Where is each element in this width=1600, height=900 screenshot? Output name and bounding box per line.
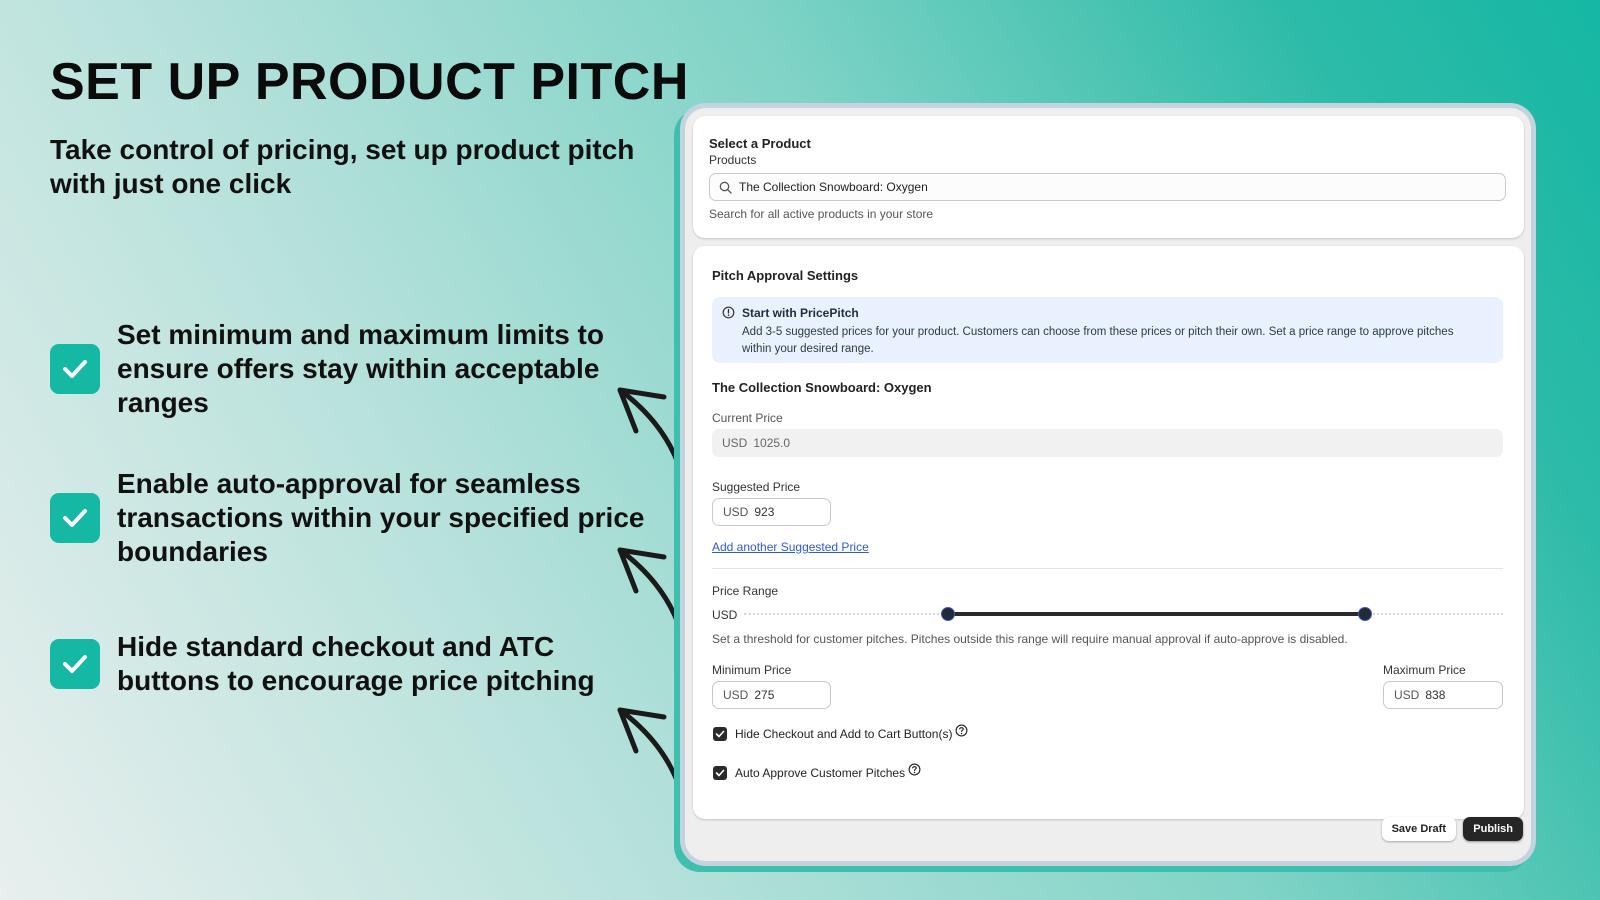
product-name-heading: The Collection Snowboard: Oxygen xyxy=(712,380,932,395)
auto-approve-checkbox[interactable] xyxy=(713,766,727,780)
check-icon xyxy=(50,493,100,543)
hide-checkout-label: Hide Checkout and Add to Cart Button(s) xyxy=(735,727,953,741)
current-price-field: USD 1025.0 xyxy=(712,429,1503,457)
question-circle-icon[interactable] xyxy=(955,724,968,737)
app-window: Select a Product Products The Collection… xyxy=(680,103,1536,866)
current-price-label: Current Price xyxy=(712,411,783,425)
product-search-input[interactable]: The Collection Snowboard: Oxygen xyxy=(709,173,1506,201)
suggested-price-label: Suggested Price xyxy=(712,480,801,494)
select-product-card: Select a Product Products The Collection… xyxy=(693,116,1524,238)
currency-prefix: USD xyxy=(1394,688,1420,702)
slider-thumb-min[interactable] xyxy=(940,607,955,621)
product-search-value: The Collection Snowboard: Oxygen xyxy=(739,180,928,194)
feature-text: Set minimum and maximum limits to ensure… xyxy=(117,319,604,418)
minimum-price-label: Minimum Price xyxy=(712,663,792,677)
info-banner: Start with PricePitch Add 3-5 suggested … xyxy=(712,297,1503,363)
hide-checkout-checkbox[interactable] xyxy=(713,727,727,741)
feature-text: Hide standard checkout and ATC buttons t… xyxy=(117,631,595,696)
pitch-settings-title: Pitch Approval Settings xyxy=(712,268,859,283)
divider xyxy=(712,568,1503,569)
suggested-price-input[interactable]: USD 923 xyxy=(712,498,831,526)
search-icon xyxy=(719,181,732,194)
feature-text: Enable auto-approval for seamless transa… xyxy=(117,468,645,567)
publish-button[interactable]: Publish xyxy=(1463,817,1523,841)
price-range-currency: USD xyxy=(712,608,738,622)
banner-body: Add 3-5 suggested prices for your produc… xyxy=(742,326,1454,355)
price-range-label: Price Range xyxy=(712,584,779,598)
auto-approve-label: Auto Approve Customer Pitches xyxy=(735,766,906,780)
maximum-price-value: 838 xyxy=(1425,688,1446,702)
current-price-value: 1025.0 xyxy=(753,436,791,450)
check-icon xyxy=(50,344,100,394)
products-label: Products xyxy=(709,153,757,167)
arrow-icon xyxy=(617,707,681,785)
feature-item: Hide standard checkout and ATC buttons t… xyxy=(50,630,657,698)
price-range-help: Set a threshold for customer pitches. Pi… xyxy=(712,632,1348,646)
hide-checkout-checkbox-row[interactable]: Hide Checkout and Add to Cart Button(s) xyxy=(713,724,968,741)
add-suggested-price-link[interactable]: Add another Suggested Price xyxy=(712,540,869,554)
currency-prefix: USD xyxy=(723,505,749,519)
check-icon xyxy=(50,639,100,689)
arrow-icon xyxy=(617,387,681,465)
info-icon xyxy=(722,306,735,319)
maximum-price-label: Maximum Price xyxy=(1383,663,1466,677)
question-circle-icon[interactable] xyxy=(908,763,921,776)
currency-prefix: USD xyxy=(723,688,749,702)
suggested-price-value: 923 xyxy=(754,505,775,519)
search-help-text: Search for all active products in your s… xyxy=(709,207,934,221)
pitch-settings-card: Pitch Approval Settings Start with Price… xyxy=(693,246,1524,819)
price-range-slider[interactable] xyxy=(744,605,1503,623)
maximum-price-input[interactable]: USD 838 xyxy=(1383,681,1503,709)
arrow-icon xyxy=(617,547,681,625)
checkmark-icon xyxy=(715,769,725,777)
slider-range-fill xyxy=(947,612,1365,616)
feature-item: Enable auto-approval for seamless transa… xyxy=(50,467,657,569)
banner-title: Start with PricePitch xyxy=(742,306,859,320)
auto-approve-checkbox-row[interactable]: Auto Approve Customer Pitches xyxy=(713,763,921,780)
checkmark-icon xyxy=(715,730,725,738)
minimum-price-value: 275 xyxy=(754,688,775,702)
minimum-price-input[interactable]: USD 275 xyxy=(712,681,831,709)
currency-prefix: USD xyxy=(722,436,748,450)
hero-subtitle: Take control of pricing, set up product … xyxy=(50,134,635,199)
select-product-title: Select a Product xyxy=(709,136,811,151)
slider-thumb-max[interactable] xyxy=(1357,607,1372,621)
save-draft-button[interactable]: Save Draft xyxy=(1381,817,1456,841)
hero-title: SET UP PRODUCT PITCH xyxy=(50,53,689,111)
feature-item: Set minimum and maximum limits to ensure… xyxy=(50,318,657,420)
